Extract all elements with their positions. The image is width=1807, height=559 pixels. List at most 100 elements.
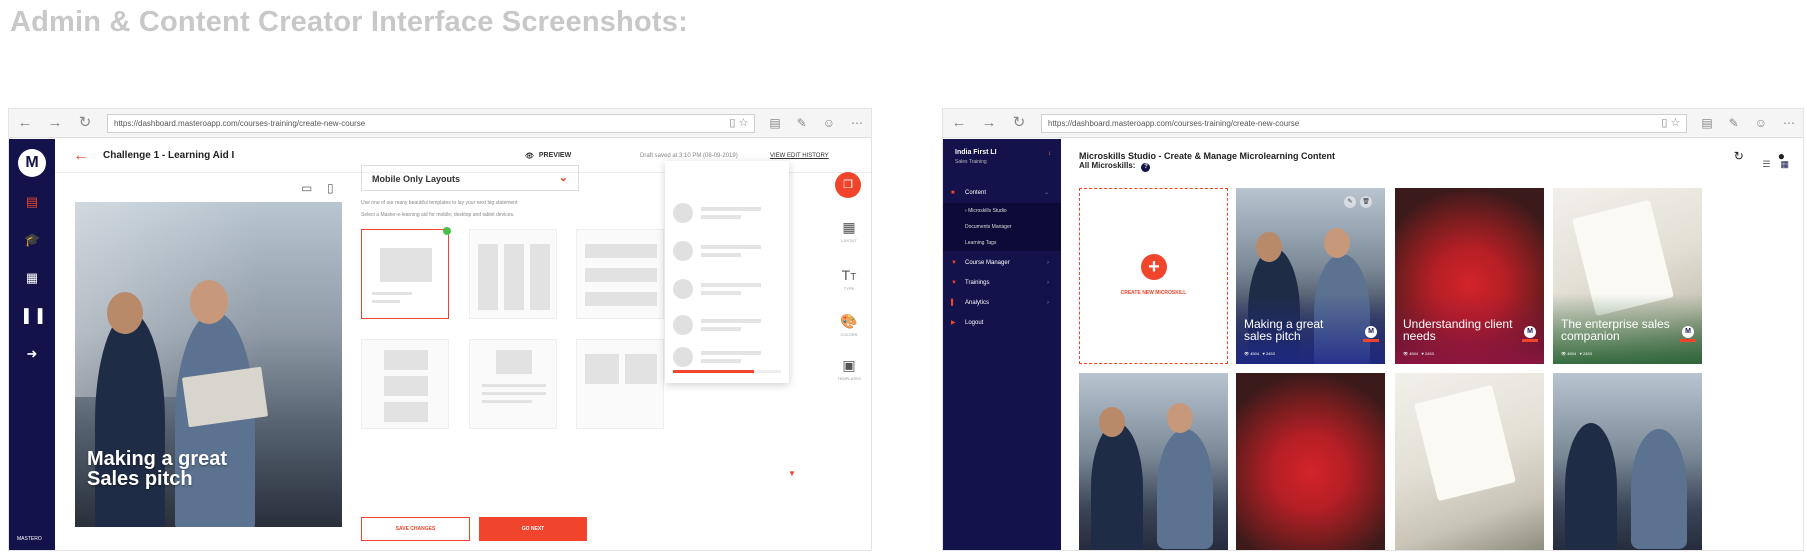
column-placeholder [530,244,550,310]
sidebar-item-studio[interactable]: › Microskills Studio [943,203,1061,219]
copy-fab-button[interactable]: ❐ [835,172,861,198]
template-option[interactable] [576,339,664,429]
chevron-right-icon: › [1047,300,1049,306]
refresh-icon[interactable]: ↻ [1011,115,1027,131]
forward-arrow-icon[interactable]: → [981,115,997,131]
image-placeholder [496,350,532,374]
sidebar-item-tags[interactable]: Learning Tags [943,235,1061,251]
go-next-button[interactable]: GO NEXT [479,517,587,541]
hub-icon[interactable]: ▤ [769,116,780,130]
save-changes-button[interactable]: SAVE CHANGES [361,517,470,541]
mobile-icon[interactable]: ▯ [327,181,334,195]
template-option[interactable] [361,339,449,429]
book-page-shape [1414,384,1516,502]
brand-badge: M [1524,326,1536,338]
template-list-item[interactable] [673,313,781,337]
line-placeholder [701,283,761,287]
brand-tag [1680,339,1696,342]
sidebar-item-analytics[interactable]: ▌ Analytics › [943,295,1061,311]
thumb-circle [673,241,693,261]
emoji-icon[interactable]: ☺ [1755,116,1767,130]
plus-icon: + [1141,254,1167,280]
tool-templates[interactable]: ▣ TEMPLATES [837,357,861,381]
card-title: Making a great Sales pitch [87,448,228,490]
sync-icon[interactable]: ↻ [1734,149,1744,163]
reading-favorite-icons[interactable]: ▯ ☆ [1661,115,1680,132]
template-option[interactable] [576,229,664,319]
more-icon[interactable]: ⋯ [1783,116,1795,130]
graduation-cap-icon[interactable]: 🎓 [24,233,40,247]
preview-button[interactable]: 👁 PREVIEW [525,152,571,160]
analytics-icon[interactable]: ▌▐ [24,309,42,323]
course-title: Challenge 1 - Learning Aid I [103,150,235,161]
create-microskill-tile[interactable]: + CREATE NEW MICROSKILL [1079,188,1228,364]
brand-badge: M [1365,326,1377,338]
template-list-item[interactable] [673,345,781,369]
microskills-studio-screenshot: ← → ↻ https://dashboard.masteroapp.com/c… [942,108,1804,551]
sidebar-item-logout[interactable]: ▶ Logout [943,315,1061,331]
microskill-card[interactable] [1079,373,1228,550]
help-icon[interactable]: ? [1141,163,1151,172]
preview-label: PREVIEW [538,152,572,159]
sidebar-item-documents[interactable]: Documents Manager [943,219,1061,235]
image-placeholder [625,354,657,384]
edit-history-link[interactable]: VIEW EDIT HISTORY [770,153,829,159]
delete-icon[interactable]: 🗑 [1360,196,1372,208]
address-bar[interactable]: https://dashboard.masteroapp.com/courses… [107,113,756,133]
presentation-icon[interactable]: ▦ [24,271,40,285]
back-arrow-icon[interactable]: ← [17,115,33,131]
sidebar-item-content[interactable]: ■ Content ⌄ [943,185,1061,201]
section-heading-label: All Microskills: [1079,161,1136,170]
refresh-icon[interactable]: ↻ [77,115,93,131]
tool-colors[interactable]: 🎨 COLORS [837,313,861,337]
forward-arrow-icon[interactable]: → [47,115,63,131]
template-option[interactable] [469,339,557,429]
image-placeholder [384,350,428,370]
back-icon[interactable]: ← [73,147,89,165]
card-preview-image: Making a great Sales pitch [75,202,342,527]
microskill-card[interactable] [1395,373,1544,550]
logo[interactable]: M [18,149,46,177]
sidebar-item-course-manager[interactable]: ▼ Course Manager › [943,255,1061,271]
grid-view-icon[interactable]: ▦ [1780,159,1789,170]
card-stats: 👁 4504 ♥ 2453 [1403,351,1434,356]
notes-icon[interactable]: ✎ [1729,116,1739,130]
desktop-icon[interactable]: ▭ [301,181,312,195]
progress-fill [673,370,754,373]
more-icon[interactable]: ⋯ [851,116,863,130]
microskill-card[interactable]: Understanding client needs M 👁 4504 ♥ 24… [1395,188,1544,364]
image-placeholder [384,402,428,422]
template-option[interactable] [469,229,557,319]
template-list-item[interactable] [673,239,781,263]
head-shape [1099,407,1125,437]
tool-layout[interactable]: ▦ LAYOUT [837,219,861,243]
text-placeholder [482,400,532,403]
microskill-card[interactable] [1236,373,1385,550]
analytics-icon: ▌ [951,300,956,306]
hub-icon[interactable]: ▤ [1701,116,1712,130]
back-arrow-icon[interactable]: ← [951,115,967,131]
tool-type[interactable]: TT TYPE [837,267,861,291]
edit-icon[interactable]: ✎ [1344,196,1356,208]
chevron-down-icon: ⌄ [558,172,568,184]
address-bar[interactable]: https://dashboard.masteroapp.com/courses… [1041,113,1688,133]
microskill-card[interactable]: ✎ 🗑 Making a great sales pitch M 👁 4504 … [1236,188,1385,364]
template-list-item[interactable] [673,201,781,225]
org-switch-icon[interactable]: ↕ [1048,151,1051,157]
scroll-down-icon[interactable]: ▼ [788,469,796,478]
logout-icon[interactable]: ➜ [24,347,40,361]
emoji-icon[interactable]: ☺ [823,116,835,130]
template-list-item[interactable] [673,277,781,301]
microskill-card[interactable]: The enterprise sales companion M 👁 4504 … [1553,188,1702,364]
layout-select[interactable]: Mobile Only Layouts ⌄ [361,165,579,191]
person-shape [1631,429,1687,549]
browser-toolbar: ← → ↻ https://dashboard.masteroapp.com/c… [943,109,1803,138]
notes-icon[interactable]: ✎ [797,116,807,130]
courses-icon[interactable]: ▤ [24,195,40,209]
microskill-card[interactable] [1553,373,1702,550]
reading-favorite-icons[interactable]: ▯ ☆ [729,115,748,132]
sidebar-item-trainings[interactable]: ▼ Trainings › [943,275,1061,291]
type-icon: TT [841,267,857,283]
template-option[interactable] [361,227,451,319]
list-view-icon[interactable]: ☰ [1762,159,1770,170]
